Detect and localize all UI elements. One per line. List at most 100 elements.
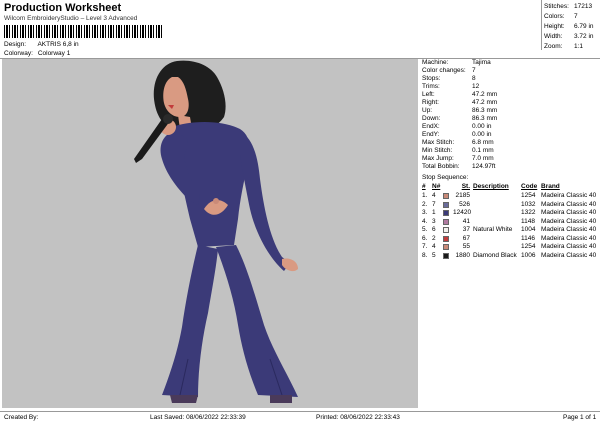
row-num: 7. [422, 243, 428, 250]
row-stitches: 1880 [455, 251, 470, 259]
color-swatch [443, 235, 453, 244]
machine-info-row: Max Stitch: 6.8 mm [422, 139, 600, 147]
left-leg [162, 245, 218, 397]
row-code: 1148 [521, 217, 535, 225]
row-needle: 6 [432, 226, 436, 233]
row-description [473, 218, 521, 227]
info-value: 47.2 mm [472, 91, 498, 98]
colorway-label: Colorway: [4, 50, 33, 57]
machine-info-row: Trims: 12 [422, 83, 600, 91]
machine-info-row: Stops: 8 [422, 75, 600, 83]
info-label: Up: [422, 107, 433, 114]
info-value: 124.97ft [472, 163, 496, 170]
row-stitches: 12420 [453, 209, 472, 216]
row-num: 8. [422, 251, 428, 259]
row-brand: Madeira Classic 40 [541, 192, 597, 199]
color-swatch [443, 252, 453, 261]
machine-info-row: EndX: 0.00 in [422, 123, 600, 131]
row-code: 1006 [521, 251, 536, 259]
machine-info-row: Color changes: 7 [422, 67, 600, 75]
row-code: 1146 [521, 234, 535, 242]
info-value: Tajima [472, 59, 491, 66]
row-stitches: 55 [462, 243, 470, 250]
left-shoe [170, 395, 198, 403]
row-code: 1254 [521, 192, 536, 199]
design-row: Design: AKTRIS 6,8 in [4, 41, 79, 48]
row-code: 1032 [521, 200, 536, 208]
info-label: Min Stitch: [422, 147, 453, 154]
stat-row: Zoom: 1:1 [544, 42, 594, 52]
row-stitches: 526 [459, 200, 470, 208]
machine-info-row: Max Jump: 7.0 mm [422, 155, 600, 163]
row-brand: Madeira Classic 40 [541, 251, 597, 259]
info-label: Down: [422, 115, 441, 122]
row-num: 2. [422, 200, 428, 208]
info-value: 7.0 mm [472, 155, 494, 162]
lowered-arm [240, 131, 290, 271]
info-label: EndX: [422, 123, 440, 130]
stop-sequence-row: 3. 1 12420 1322 Madeira Classic 40 [422, 209, 600, 218]
stat-value: 3.72 in [574, 33, 594, 40]
stop-sequence-row: 7. 4 55 1254 Madeira Classic 40 [422, 243, 600, 252]
info-value: 0.00 in [472, 123, 492, 130]
row-brand: Madeira Classic 40 [541, 209, 597, 216]
printed-date: Printed: 08/06/2022 22:33:43 [316, 414, 400, 421]
microphone-head [163, 114, 173, 124]
info-value: 12 [472, 83, 480, 90]
col-code: Code [521, 183, 538, 190]
design-stats: Stitches: 17213 Colors: 7 Height: 6.79 in Widt… [544, 2, 594, 52]
stat-label: Zoom: [544, 43, 563, 50]
row-description [473, 209, 521, 218]
info-label: Stops: [422, 75, 441, 82]
info-value: 0.1 mm [472, 147, 494, 154]
col-brand: Brand [541, 183, 560, 190]
row-needle: 7 [432, 200, 436, 208]
info-value: 8 [472, 75, 476, 82]
software-subtitle: Wilcom EmbroideryStudio – Level 3 Advanc… [4, 15, 138, 22]
info-value: 47.2 mm [472, 99, 498, 106]
info-label: Trims: [422, 83, 440, 90]
row-description [473, 192, 521, 201]
info-label: EndY: [422, 131, 440, 138]
right-shoe [270, 395, 292, 403]
stop-sequence-row: 4. 3 41 1148 Madeira Classic 40 [422, 218, 600, 227]
row-stitches: 41 [462, 217, 470, 225]
row-code: 1322 [521, 209, 536, 216]
info-label: Machine: [422, 59, 449, 66]
info-label: Right: [422, 99, 439, 106]
color-swatch [443, 226, 453, 235]
stat-row: Colors: 7 [544, 12, 594, 22]
info-label: Max Stitch: [422, 139, 455, 146]
design-label: Design: [4, 41, 27, 48]
machine-info-row: Total Bobbin: 124.97ft [422, 163, 600, 171]
color-swatch [443, 218, 453, 227]
row-needle: 2 [432, 234, 436, 242]
info-label: Total Bobbin: [422, 163, 460, 170]
machine-info: Machine: Tajima Color changes: 7 Stops: 8 Trim… [422, 59, 600, 171]
stop-sequence-row: 1. 4 2185 1254 Madeira Classic 40 [422, 192, 600, 201]
stat-label: Colors: [544, 13, 565, 20]
col-needle: N# [432, 183, 441, 190]
machine-info-row: Right: 47.2 mm [422, 99, 600, 107]
embroidery-design [134, 60, 298, 403]
stat-label: Width: [544, 33, 563, 40]
stat-row: Stitches: 17213 [544, 2, 594, 12]
row-num: 1. [422, 192, 428, 199]
page-title: Production Worksheet [4, 2, 122, 14]
row-description: Natural White [473, 226, 513, 233]
row-num: 3. [422, 209, 428, 216]
machine-info-row: Machine: Tajima [422, 59, 600, 67]
colorway-value: Colorway 1 [37, 50, 71, 57]
row-description [473, 243, 521, 252]
info-value: 7 [472, 67, 476, 74]
row-code: 1254 [521, 243, 536, 250]
barcode [4, 25, 164, 38]
row-description [473, 201, 521, 210]
col-swatch [443, 183, 453, 192]
row-num: 4. [422, 217, 428, 225]
stat-label: Height: [544, 23, 565, 30]
row-brand: Madeira Classic 40 [541, 226, 597, 233]
row-description [473, 235, 521, 244]
button [213, 198, 219, 204]
design-preview [2, 59, 418, 408]
